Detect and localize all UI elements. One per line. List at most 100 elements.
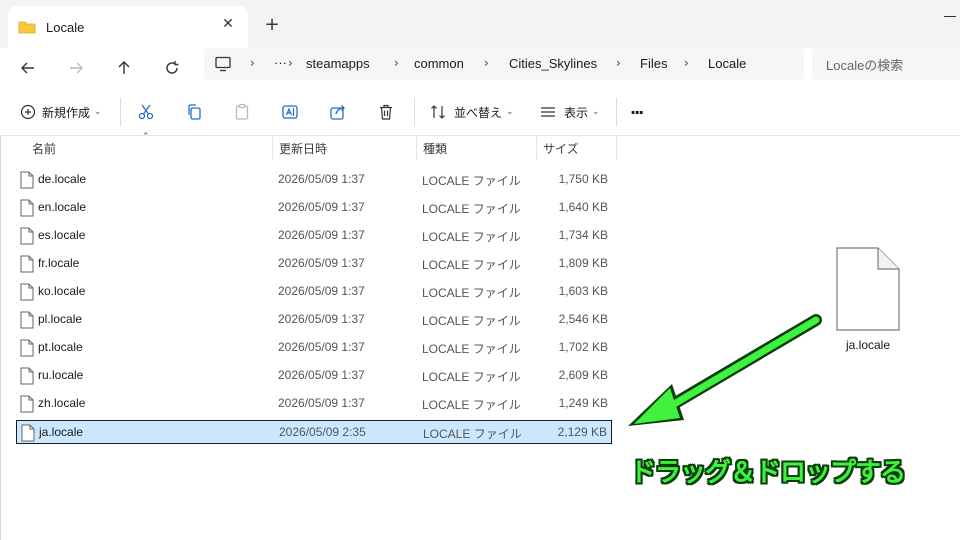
file-date: 2026/05/09 1:37 [278, 228, 365, 242]
computer-icon [214, 55, 232, 77]
file-icon [20, 255, 34, 273]
file-size: 2,609 KB [558, 368, 608, 382]
file-name: pl.locale [38, 312, 83, 326]
tab-locale[interactable]: Locale ✕ [8, 6, 248, 48]
file-size: 2,129 KB [557, 425, 607, 439]
share-button[interactable] [328, 100, 348, 124]
file-type: LOCALE ファイル [422, 314, 521, 328]
file-row[interactable]: fr.locale 2026/05/09 1:37 LOCALE ファイル 1,809… [16, 252, 612, 276]
breadcrumb-item[interactable]: Files [640, 56, 667, 71]
file-size: 1,750 KB [558, 172, 608, 186]
trash-icon [376, 102, 396, 122]
chevron-right-icon: › [250, 56, 255, 70]
cut-button[interactable] [136, 100, 156, 124]
drag-drop-callout: ドラッグ＆ドロップする [630, 458, 906, 488]
chevron-right-icon: › [394, 56, 399, 70]
file-date: 2026/05/09 1:37 [278, 284, 365, 298]
file-row[interactable]: ja.locale 2026/05/09 2:35 LOCALE ファイル 2,129… [16, 420, 612, 444]
paste-button[interactable] [232, 100, 252, 124]
file-size: 1,640 KB [558, 200, 608, 214]
file-type: LOCALE ファイル [422, 202, 521, 216]
chevron-right-icon: › [616, 56, 621, 70]
file-row[interactable]: en.locale 2026/05/09 1:37 LOCALE ファイル 1,640… [16, 196, 612, 220]
file-date: 2026/05/09 1:37 [278, 396, 365, 410]
file-icon [20, 199, 34, 217]
sort-arrows-icon [428, 102, 448, 122]
rename-button[interactable] [280, 100, 300, 124]
file-row[interactable]: ru.locale 2026/05/09 1:37 LOCALE ファイル 2,609… [16, 364, 612, 388]
close-icon[interactable]: ✕ [220, 16, 236, 32]
file-size: 1,603 KB [558, 284, 608, 298]
chevron-right-icon: › [484, 56, 489, 70]
chevron-right-icon: › [684, 56, 689, 70]
column-header-type[interactable]: 種類 [423, 136, 447, 160]
new-button-label: 新規作成 [42, 105, 91, 120]
divider [120, 98, 121, 126]
breadcrumb-item[interactable]: Cities_Skylines [509, 56, 597, 71]
file-name: zh.locale [38, 396, 86, 410]
file-icon [21, 424, 35, 442]
copy-button[interactable] [184, 100, 204, 124]
folder-icon [18, 20, 36, 34]
refresh-icon[interactable] [156, 52, 188, 84]
file-name: ko.locale [38, 284, 86, 298]
plus-circle-icon [18, 102, 38, 122]
pane-border [0, 136, 1, 540]
navigation-bar: › ··· › steamapps › common › Cities_Skyl… [0, 48, 960, 88]
file-row[interactable]: pl.locale 2026/05/09 1:37 LOCALE ファイル 2,546… [16, 308, 612, 332]
up-arrow-icon[interactable] [108, 52, 140, 84]
address-bar[interactable]: › ··· › steamapps › common › Cities_Skyl… [204, 48, 804, 80]
file-date: 2026/05/09 1:37 [278, 172, 365, 186]
breadcrumb-overflow[interactable]: ··· [274, 55, 287, 70]
file-name: ru.locale [38, 368, 84, 382]
file-row[interactable]: es.locale 2026/05/09 1:37 LOCALE ファイル 1,734… [16, 224, 612, 248]
new-tab-button[interactable]: + [262, 14, 282, 35]
file-name: pt.locale [38, 340, 83, 354]
back-arrow-icon[interactable] [12, 52, 44, 84]
column-header-size[interactable]: サイズ [543, 136, 579, 160]
file-date: 2026/05/09 1:37 [278, 256, 365, 270]
column-header-date[interactable]: 更新日時 [279, 136, 327, 160]
column-divider[interactable] [272, 136, 273, 160]
file-icon [20, 395, 34, 413]
chevron-down-icon: ⌄ [94, 107, 102, 117]
file-row[interactable]: pt.locale 2026/05/09 1:37 LOCALE ファイル 1,702… [16, 336, 612, 360]
file-icon [20, 283, 34, 301]
chevron-down-icon: ⌄ [506, 107, 514, 117]
column-divider[interactable] [416, 136, 417, 160]
dragged-file-icon[interactable] [832, 246, 904, 334]
file-row[interactable]: zh.locale 2026/05/09 1:37 LOCALE ファイル 1,249… [16, 392, 612, 416]
file-type: LOCALE ファイル [422, 258, 521, 272]
sort-button-label: 並べ替え [454, 105, 503, 120]
sort-ascending-indicator: ⌃ [142, 132, 150, 142]
file-name: en.locale [38, 200, 87, 214]
column-divider[interactable] [536, 136, 537, 160]
file-type: LOCALE ファイル [422, 286, 521, 300]
view-button-label: 表示 [564, 105, 589, 120]
divider [616, 98, 617, 126]
file-icon [20, 367, 34, 385]
new-button[interactable]: 新規作成 ⌄ [18, 100, 102, 124]
view-button[interactable]: 表示 ⌄ [538, 100, 600, 124]
breadcrumb-item[interactable]: steamapps [306, 56, 370, 71]
search-input[interactable]: Localeの検索 [812, 48, 960, 80]
more-options-button[interactable]: ··· [630, 100, 644, 124]
delete-button[interactable] [376, 100, 396, 124]
file-icon [20, 311, 34, 329]
column-divider[interactable] [616, 136, 617, 160]
file-size: 1,734 KB [558, 228, 608, 242]
file-row[interactable]: ko.locale 2026/05/09 1:37 LOCALE ファイル 1,603… [16, 280, 612, 304]
minimize-button[interactable] [936, 4, 960, 26]
file-type: LOCALE ファイル [423, 427, 522, 441]
breadcrumb-item-current[interactable]: Locale [708, 56, 746, 71]
file-icon [20, 339, 34, 357]
rename-icon [280, 102, 300, 122]
file-row[interactable]: de.locale 2026/05/09 1:37 LOCALE ファイル 1,750… [16, 168, 612, 192]
sort-button[interactable]: 並べ替え ⌄ [428, 100, 514, 124]
column-header-name[interactable]: 名前 [32, 136, 56, 160]
share-icon [328, 102, 348, 122]
forward-arrow-icon[interactable] [60, 52, 92, 84]
divider [414, 98, 415, 126]
file-date: 2026/05/09 1:37 [278, 340, 365, 354]
breadcrumb-item[interactable]: common [414, 56, 464, 71]
